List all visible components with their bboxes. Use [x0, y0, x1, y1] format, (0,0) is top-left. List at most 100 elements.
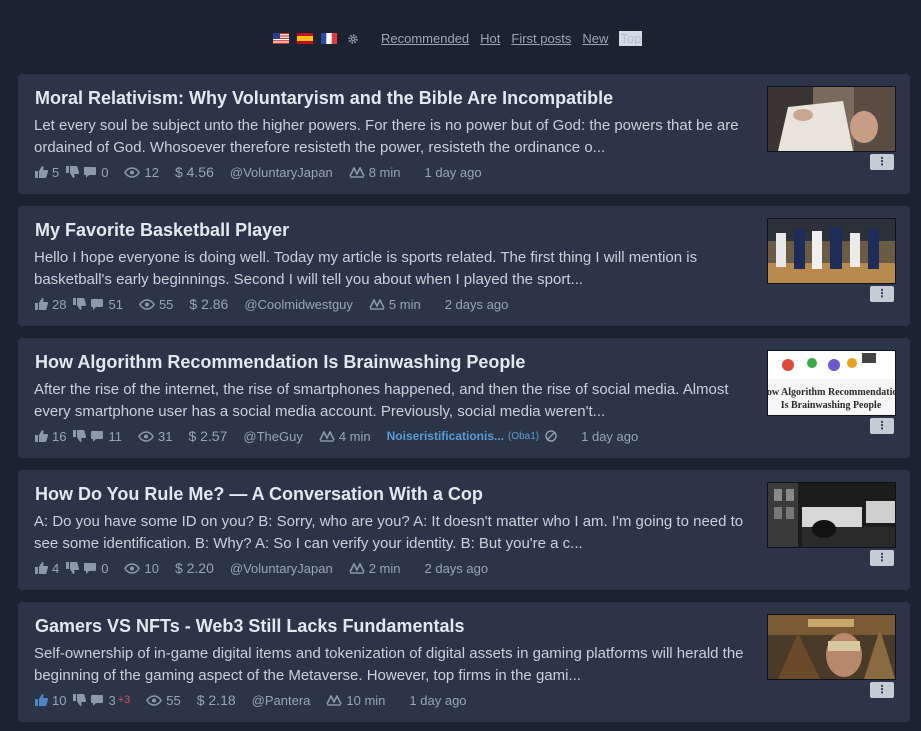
thumbs-down-icon[interactable]	[72, 694, 87, 706]
comment-count: 0	[101, 164, 109, 180]
comment-count: 3	[108, 692, 116, 708]
post-age[interactable]: 2 days ago	[445, 297, 509, 312]
post-payout: $ 2.86	[189, 296, 229, 312]
tab-first-posts[interactable]: First posts	[511, 31, 571, 46]
post-author[interactable]: @Pantera	[252, 693, 311, 708]
post-options-button[interactable]: ⋮	[870, 550, 894, 566]
post-author[interactable]: @Coolmidwestguy	[244, 297, 353, 312]
tab-recommended[interactable]: Recommended	[381, 31, 469, 46]
thumbs-up-icon[interactable]	[34, 166, 48, 178]
post-options-button[interactable]: ⋮	[870, 286, 894, 302]
upvote-count: 4	[52, 560, 60, 576]
comment-icon[interactable]	[83, 562, 97, 574]
read-time: 10 min	[346, 692, 386, 708]
thumbs-down-icon[interactable]	[72, 430, 87, 442]
post-thumbnail[interactable]	[767, 482, 896, 548]
comment-count: 0	[101, 560, 109, 576]
post-card[interactable]: How Algorithm Recommendation Is Brainwas…	[18, 338, 910, 458]
read-time-icon	[348, 166, 365, 178]
post-age[interactable]: 1 day ago	[581, 429, 638, 444]
post-card[interactable]: My Favorite Basketball Player Hello I ho…	[18, 206, 910, 326]
thumbs-up-icon[interactable]	[34, 298, 48, 310]
upvote-count: 5	[52, 164, 60, 180]
read-time: 5 min	[388, 296, 421, 312]
tab-hot[interactable]: Hot	[480, 31, 500, 46]
comment-count: 51	[108, 296, 123, 312]
muted-icon[interactable]	[545, 430, 557, 442]
post-card[interactable]: Moral Relativism: Why Voluntaryism and t…	[18, 74, 910, 194]
view-count: 10	[144, 560, 159, 576]
post-title[interactable]: Moral Relativism: Why Voluntaryism and t…	[35, 88, 613, 109]
flag-fr-icon[interactable]	[321, 32, 337, 44]
post-meta: 5 0 12 $ 4.56 @VoluntaryJapan 8 min 1 da…	[34, 164, 482, 180]
post-meta: 10 3 +3 55 $ 2.18 @Pantera 10 min 1 day …	[34, 692, 467, 708]
post-thumbnail[interactable]	[767, 86, 896, 152]
post-author[interactable]: @TheGuy	[243, 429, 302, 444]
eye-icon	[124, 166, 141, 178]
post-author[interactable]: @VoluntaryJapan	[230, 165, 333, 180]
post-age[interactable]: 1 day ago	[425, 165, 482, 180]
upvote-count: 28	[52, 296, 67, 312]
post-excerpt[interactable]: Hello I hope everyone is doing well. Tod…	[34, 247, 762, 291]
post-title[interactable]: How Algorithm Recommendation Is Brainwas…	[35, 352, 525, 373]
thumbs-down-icon[interactable]	[72, 298, 87, 310]
post-meta: 28 51 55 $ 2.86 @Coolmidwestguy 5 min 2 …	[34, 296, 508, 312]
comment-icon[interactable]	[90, 694, 104, 706]
comment-icon[interactable]	[83, 166, 97, 178]
thumbs-up-icon[interactable]	[34, 694, 48, 706]
read-time: 4 min	[338, 428, 371, 444]
flag-es-icon[interactable]	[297, 32, 313, 44]
read-time-icon	[348, 562, 365, 574]
tab-top[interactable]: Top	[619, 30, 643, 46]
post-author[interactable]: @VoluntaryJapan	[230, 561, 333, 576]
eye-icon	[146, 694, 163, 706]
post-card[interactable]: How Do You Rule Me? — A Conversation Wit…	[18, 470, 910, 590]
sort-bar: Recommended Hot First posts New Top	[273, 29, 653, 47]
thumbs-up-icon[interactable]	[34, 562, 48, 574]
upvote-count: 16	[52, 428, 67, 444]
post-options-button[interactable]: ⋮	[870, 682, 894, 698]
new-comment-count: +3	[117, 694, 131, 706]
upvote-count: 10	[52, 692, 67, 708]
post-title[interactable]: My Favorite Basketball Player	[35, 220, 289, 241]
flag-us-icon[interactable]	[273, 32, 289, 44]
comment-icon[interactable]	[90, 430, 104, 442]
post-options-button[interactable]: ⋮	[870, 418, 894, 434]
thumbs-down-icon[interactable]	[65, 166, 80, 178]
thumb-caption-line-1: How Algorithm Recommendation	[768, 387, 895, 398]
post-excerpt[interactable]: Let every soul be subject unto the highe…	[34, 115, 762, 159]
post-options-button[interactable]: ⋮	[870, 154, 894, 170]
comment-icon[interactable]	[90, 298, 104, 310]
post-payout: $ 4.56	[174, 164, 214, 180]
post-meta: 16 11 31 $ 2.57 @TheGuy 4 min Noiseristi…	[34, 428, 638, 444]
post-thumbnail[interactable]: How Algorithm Recommendation Is Brainwas…	[767, 350, 896, 416]
community-tag[interactable]: (Oba1)	[508, 431, 539, 442]
view-count: 12	[144, 164, 159, 180]
community-link[interactable]: Noiseristificationis...	[387, 429, 504, 443]
post-meta: 4 0 10 $ 2.20 @VoluntaryJapan 2 min 2 da…	[34, 560, 488, 576]
read-time: 8 min	[368, 164, 401, 180]
post-excerpt[interactable]: Self-ownership of in-game digital items …	[34, 643, 762, 687]
read-time-icon	[369, 298, 385, 310]
post-payout: $ 2.20	[174, 560, 214, 576]
post-title[interactable]: Gamers VS NFTs - Web3 Still Lacks Fundam…	[35, 616, 464, 637]
thumbs-up-icon[interactable]	[34, 430, 48, 442]
view-count: 55	[158, 296, 174, 312]
tab-new[interactable]: New	[582, 31, 608, 46]
post-excerpt[interactable]: After the rise of the internet, the rise…	[34, 379, 762, 423]
read-time: 2 min	[368, 560, 401, 576]
post-age[interactable]: 2 days ago	[425, 561, 489, 576]
post-card[interactable]: Gamers VS NFTs - Web3 Still Lacks Fundam…	[18, 602, 910, 722]
post-thumbnail[interactable]	[767, 614, 896, 680]
post-payout: $ 2.57	[188, 428, 228, 444]
thumb-caption-line-2: Is Brainwashing People	[781, 400, 882, 411]
post-excerpt[interactable]: A: Do you have some ID on you? B: Sorry,…	[34, 511, 762, 555]
comment-count: 11	[108, 428, 122, 444]
post-title[interactable]: How Do You Rule Me? — A Conversation Wit…	[35, 484, 483, 505]
post-age[interactable]: 1 day ago	[409, 693, 466, 708]
gear-icon[interactable]	[347, 32, 359, 44]
read-time-icon	[326, 694, 343, 706]
thumbs-down-icon[interactable]	[65, 562, 80, 574]
view-count: 55	[166, 692, 181, 708]
post-thumbnail[interactable]	[767, 218, 896, 284]
